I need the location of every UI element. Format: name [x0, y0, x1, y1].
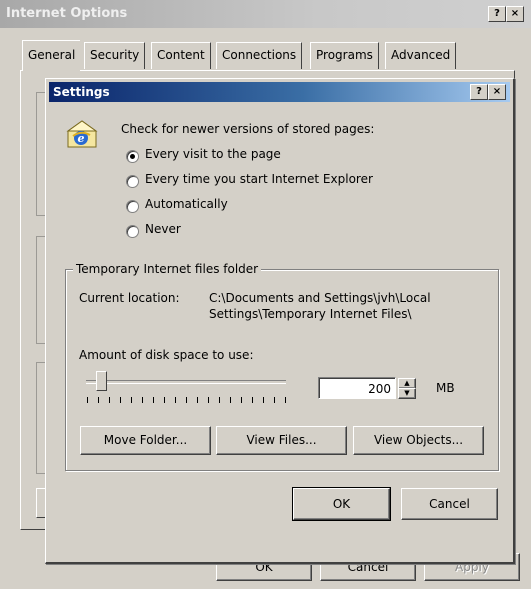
settings-close-button[interactable]: ×: [488, 84, 506, 100]
disk-space-slider-thumb[interactable]: [95, 371, 107, 391]
tab-programs[interactable]: Programs: [310, 42, 379, 69]
outer-title: Internet Options: [6, 6, 128, 21]
check-heading: Check for newer versions of stored pages…: [121, 122, 375, 136]
ie-cache-icon: e: [66, 119, 98, 149]
tab-connections[interactable]: Connections: [216, 42, 303, 69]
disk-space-slider-track[interactable]: [86, 380, 286, 384]
radio-label-every-visit: Every visit to the page: [145, 147, 281, 161]
radio-every-start[interactable]: [126, 175, 139, 188]
settings-titlebar: Settings ? ×: [49, 82, 510, 102]
tab-security[interactable]: Security: [84, 42, 146, 69]
tab-content[interactable]: Content: [151, 42, 211, 69]
disk-space-label: Amount of disk space to use:: [79, 348, 254, 362]
radio-label-never: Never: [145, 222, 181, 236]
settings-ok-button[interactable]: OK: [292, 487, 391, 521]
spin-down-button[interactable]: ▼: [398, 388, 416, 399]
radio-never[interactable]: [126, 225, 139, 238]
disk-space-input[interactable]: 200: [318, 377, 396, 399]
disk-space-slider-ticks: [87, 397, 287, 403]
settings-cancel-button[interactable]: Cancel: [401, 488, 498, 520]
outer-help-button[interactable]: ?: [488, 6, 506, 22]
settings-help-button[interactable]: ?: [470, 84, 488, 100]
settings-title: Settings: [53, 85, 110, 99]
outer-close-button[interactable]: ×: [506, 6, 524, 22]
outer-titlebar: Internet Options ? ×: [0, 0, 531, 28]
disk-space-unit: MB: [436, 381, 455, 395]
tab-general[interactable]: General: [22, 40, 81, 71]
view-objects-button[interactable]: View Objects...: [353, 426, 484, 455]
view-files-button[interactable]: View Files...: [216, 426, 347, 455]
current-location-line2: Settings\Temporary Internet Files\: [209, 307, 412, 321]
current-location-line1: C:\Documents and Settings\jvh\Local: [209, 291, 431, 305]
radio-label-every-start: Every time you start Internet Explorer: [145, 172, 373, 186]
current-location-label: Current location:: [79, 291, 180, 305]
radio-every-visit[interactable]: [126, 150, 139, 163]
settings-dialog: Settings ? × e Check for newer versions …: [45, 78, 515, 564]
radio-automatically[interactable]: [126, 200, 139, 213]
tab-advanced[interactable]: Advanced: [385, 42, 457, 69]
disk-space-spinner: ▲ ▼: [398, 378, 416, 399]
temp-files-group-title: Temporary Internet files folder: [73, 262, 262, 276]
move-folder-button[interactable]: Move Folder...: [80, 426, 211, 455]
radio-label-automatically: Automatically: [145, 197, 228, 211]
